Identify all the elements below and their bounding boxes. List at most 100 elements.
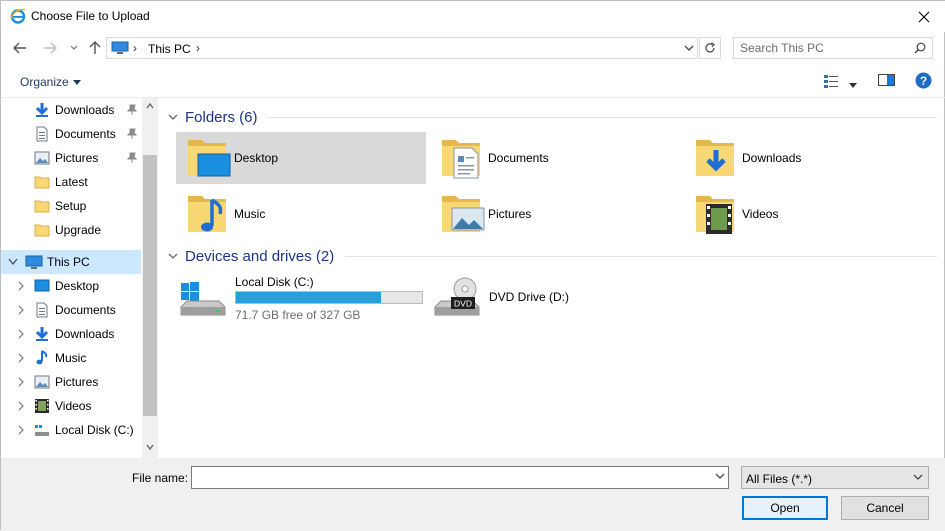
folder-tile-pictures[interactable]: Pictures (430, 188, 680, 240)
download-arrow-icon (35, 327, 49, 341)
chevron-collapse-icon[interactable] (167, 251, 179, 261)
forward-button[interactable] (42, 40, 58, 56)
sidebar-item-downloads-quick[interactable]: Downloads (1, 98, 141, 122)
folder-tile-music[interactable]: Music (176, 188, 426, 240)
folder-tile-documents[interactable]: Documents (430, 132, 680, 184)
refresh-icon (705, 42, 716, 53)
close-button[interactable] (902, 1, 945, 32)
folder-name: Documents (488, 151, 549, 165)
desktop-folder-icon (188, 140, 231, 177)
folder-name: Desktop (234, 151, 279, 165)
chevron-expanded-icon[interactable] (8, 258, 18, 266)
sidebar-item-pictures[interactable]: Pictures (1, 370, 141, 394)
up-button[interactable] (87, 40, 103, 56)
folder-tile-downloads[interactable]: Downloads (684, 132, 934, 184)
group-header-folders[interactable]: Folders (6) (167, 107, 937, 127)
sidebar-item-desktop[interactable]: Desktop (1, 274, 141, 298)
sidebar-item-upgrade[interactable]: Upgrade (1, 218, 141, 242)
search-box[interactable] (733, 37, 933, 59)
folder-name: Pictures (488, 207, 532, 221)
refresh-button[interactable] (699, 37, 721, 59)
arrow-up-icon (89, 41, 101, 54)
chevron-down-icon[interactable] (146, 444, 154, 450)
open-button[interactable]: Open (742, 496, 828, 520)
filetype-select[interactable]: All Files (*.*) (741, 466, 929, 489)
pin-icon[interactable] (127, 128, 137, 140)
chevron-up-icon[interactable] (146, 103, 154, 109)
chevron-down-icon[interactable] (715, 473, 725, 480)
file-upload-dialog: Choose File to Upload › This PC › Search… (0, 0, 945, 531)
navigation-bar: › This PC › (1, 32, 945, 64)
drive-tile-dvd[interactable]: DVD DVD Drive (D:) (433, 271, 633, 323)
windows-drive-icon (180, 282, 226, 316)
sidebar-item-documents[interactable]: Documents (1, 298, 141, 322)
chevron-collapse-icon[interactable] (167, 112, 179, 122)
search-input[interactable] (740, 39, 910, 57)
sidebar-item-pictures-quick[interactable]: Pictures (1, 146, 141, 170)
pin-icon[interactable] (127, 152, 137, 164)
folder-name: Music (234, 207, 266, 221)
search-icon (914, 42, 926, 54)
dvd-drive-icon: DVD (434, 277, 480, 316)
this-pc-icon (25, 255, 43, 269)
close-icon (918, 11, 930, 22)
organize-button[interactable]: Organize (20, 75, 81, 89)
chevron-right-icon[interactable] (17, 329, 25, 339)
group-title: Devices and drives (2) (185, 247, 335, 265)
documents-icon (36, 126, 48, 142)
chevron-right-icon[interactable] (17, 353, 25, 363)
recent-locations-button[interactable] (66, 40, 82, 56)
music-note-icon (36, 350, 48, 365)
back-button[interactable] (12, 40, 28, 56)
pin-icon[interactable] (127, 104, 137, 116)
chevron-down-icon[interactable] (683, 41, 695, 55)
caret-down-icon (849, 83, 857, 88)
chevron-right-icon[interactable] (17, 305, 25, 315)
help-button[interactable]: ? (915, 72, 932, 92)
chevron-right-icon[interactable] (17, 401, 25, 411)
filename-combobox[interactable] (191, 466, 729, 489)
group-divider (345, 256, 937, 257)
sidebar-item-setup[interactable]: Setup (1, 194, 141, 218)
sidebar-item-videos[interactable]: Videos (1, 394, 141, 418)
sidebar-item-documents-quick[interactable]: Documents (1, 122, 141, 146)
filename-input[interactable] (196, 468, 706, 487)
breadcrumb-separator-icon: › (133, 41, 137, 55)
view-options-button[interactable] (849, 78, 857, 92)
folder-tile-videos[interactable]: Videos (684, 188, 934, 240)
sidebar-item-downloads[interactable]: Downloads (1, 322, 141, 346)
documents-folder-icon (442, 140, 480, 179)
sidebar-item-this-pc[interactable]: This PC (1, 250, 141, 274)
breadcrumb-separator-icon[interactable]: › (196, 41, 200, 55)
address-bar[interactable]: › This PC › (106, 37, 698, 59)
scrollbar-thumb[interactable] (143, 155, 157, 416)
chevron-right-icon[interactable] (17, 377, 25, 387)
chevron-right-icon[interactable] (17, 425, 25, 435)
navigation-pane: Downloads Documents Pictures Latest Setu… (1, 98, 158, 458)
pictures-folder-icon (442, 196, 485, 232)
chevron-right-icon[interactable] (17, 281, 25, 291)
group-header-devices[interactable]: Devices and drives (2) (167, 246, 937, 266)
sidebar-item-label: Latest (55, 175, 88, 189)
filetype-value: All Files (*.*) (746, 472, 813, 486)
documents-icon (36, 302, 48, 318)
breadcrumb-this-pc[interactable]: This PC (148, 42, 191, 56)
sidebar-item-label: Downloads (55, 103, 115, 117)
sidebar-item-local-disk[interactable]: Local Disk (C:) (1, 418, 141, 442)
sidebar-item-label: Documents (55, 127, 116, 141)
pictures-icon (34, 375, 50, 389)
sidebar-item-label: This PC (47, 255, 90, 269)
drive-name: DVD Drive (D:) (489, 290, 569, 304)
internet-explorer-icon (10, 8, 26, 24)
change-view-button[interactable] (823, 73, 839, 92)
sidebar-scrollbar[interactable] (142, 98, 158, 458)
folder-name: Downloads (742, 151, 802, 165)
drive-tile-local-disk[interactable]: Local Disk (C:) 71.7 GB free of 327 GB (179, 271, 429, 323)
file-list-view: Folders (6) Desktop Documents Downloads … (159, 98, 945, 458)
sidebar-item-latest[interactable]: Latest (1, 170, 141, 194)
cancel-button[interactable]: Cancel (841, 496, 929, 520)
sidebar-item-music[interactable]: Music (1, 346, 141, 370)
folder-icon (34, 176, 50, 189)
folder-tile-desktop[interactable]: Desktop (176, 132, 426, 184)
preview-pane-button[interactable] (878, 73, 895, 90)
